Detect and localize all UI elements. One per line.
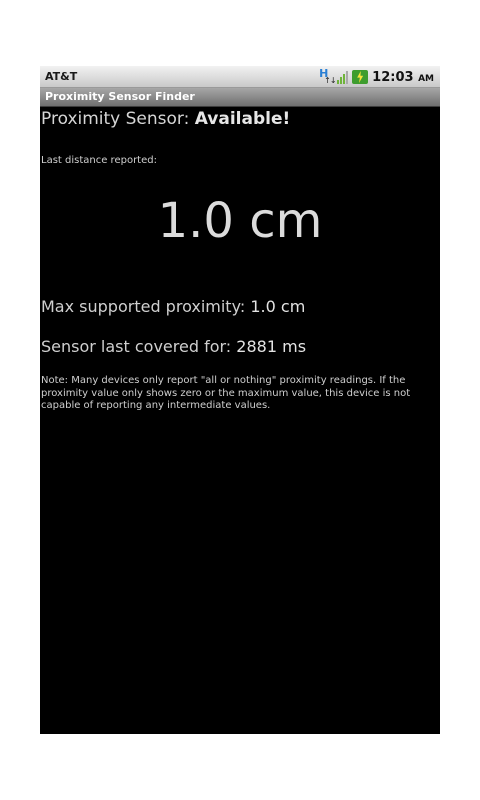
carrier-name: AT&T: [45, 70, 78, 83]
sensor-availability: Proximity Sensor: Available!: [41, 109, 290, 129]
phone-screen: AT&T H ↑↓ 12:03 AM Proximity Sensor Finde…: [40, 66, 440, 734]
max-proximity-label: Max supported proximity:: [41, 297, 246, 316]
sensor-status: Available!: [194, 109, 291, 129]
sensor-label: Proximity Sensor:: [41, 109, 190, 129]
status-clock: 12:03 AM: [372, 70, 434, 85]
last-covered-row: Sensor last covered for: 2881 ms: [41, 337, 306, 356]
last-distance-label: Last distance reported:: [41, 155, 157, 166]
signal-icon: [337, 70, 349, 84]
status-icons: H ↑↓ 12:03 AM: [319, 67, 434, 87]
status-bar: AT&T H ↑↓ 12:03 AM: [40, 66, 440, 88]
note-text: Note: Many devices only report "all or n…: [41, 375, 411, 411]
last-covered-label: Sensor last covered for:: [41, 337, 232, 356]
battery-charging-icon: [352, 70, 369, 84]
hsdpa-icon: H ↑↓: [319, 67, 336, 85]
max-proximity-value: 1.0 cm: [250, 297, 306, 316]
app-title-bar: Proximity Sensor Finder: [40, 88, 440, 107]
last-distance-value: 1.0 cm: [157, 193, 323, 249]
max-proximity-row: Max supported proximity: 1.0 cm: [41, 297, 305, 316]
last-covered-value: 2881 ms: [236, 337, 307, 356]
app-title: Proximity Sensor Finder: [45, 90, 195, 103]
clock-ampm: AM: [418, 73, 434, 84]
clock-time: 12:03: [372, 69, 414, 85]
